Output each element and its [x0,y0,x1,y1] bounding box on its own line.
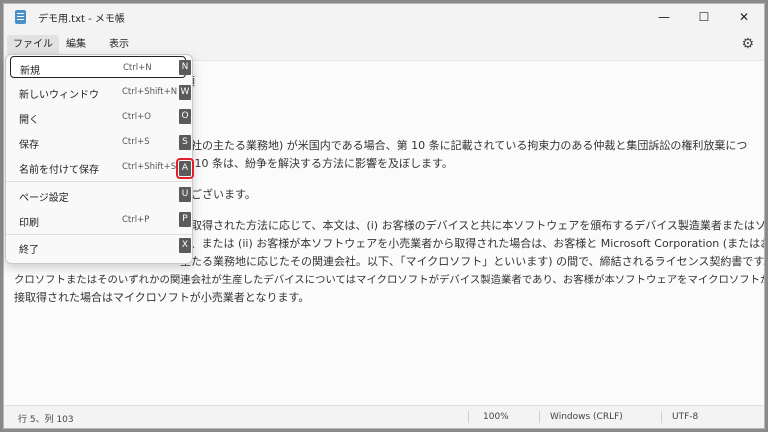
menu-item-label: 新規 [20,66,40,77]
text-line: クロソフトまたはそのいずれかの関連会社が生産したデバイスについてはマイクロソフト… [14,274,765,286]
status-divider [539,411,540,423]
menu-edit[interactable]: 編集 [60,35,92,55]
menu-item-label: 名前を付けて保存 [19,165,99,176]
menu-item-page-setup[interactable]: ページ設定 [10,184,186,206]
text-line: で、または (ii) お客様が本ソフトウェアを小売業者から取得された場合は、お客… [180,237,765,250]
cursor-position: 行 5、列 103 [18,415,74,425]
access-key-p: P [179,212,191,227]
access-key-a: A [176,158,194,179]
close-icon: ✕ [738,10,750,24]
menu-item-shortcut: Ctrl+Shift+S [122,162,177,172]
text-line: 第 10 条は、紛争を解決する方法に影響を及ぼします。 [180,157,453,170]
menu-file[interactable]: ファイル [7,35,59,55]
maximize-icon: ☐ [698,10,710,24]
status-bar: 行 5、列 103 100% Windows (CRLF) UTF-8 [4,405,764,428]
window-title: デモ用.txt - メモ帳 [38,14,125,25]
menu-item-shortcut: Ctrl+N [123,63,152,73]
line-ending: Windows (CRLF) [550,412,623,422]
access-key-n: N [179,60,191,75]
status-divider [661,411,662,423]
menu-item-shortcut: Ctrl+S [122,137,150,147]
file-menu-dropdown: 新規 Ctrl+N 新しいウィンドウ Ctrl+Shift+N 開く Ctrl+… [5,54,193,264]
access-key-u: U [179,187,191,202]
menu-divider [6,181,192,182]
close-button[interactable]: ✕ [724,4,764,30]
notepad-app-icon [15,10,26,24]
title-bar: デモ用.txt - メモ帳 — ☐ ✕ [4,4,764,30]
menu-item-new-window[interactable]: 新しいウィンドウ Ctrl+Shift+N [10,81,186,103]
menu-view[interactable]: 表示 [103,35,135,55]
menu-divider [6,234,192,235]
menu-item-label: 保存 [19,140,39,151]
text-line: を取得された方法に応じて、本文は、(i) お客様のデバイスと共に本ソフトウェアを… [180,219,765,232]
minimize-icon: — [658,10,670,24]
text-line: 接取得された場合はマイクロソフトが小売業者となります。 [14,291,310,304]
menu-item-exit[interactable]: 終了 [10,236,186,258]
menu-item-label: 終了 [19,245,39,256]
zoom-level: 100% [483,412,509,422]
encoding: UTF-8 [672,412,699,422]
access-key-o: O [179,109,191,124]
menu-item-print[interactable]: 印刷 Ctrl+P [10,209,186,231]
menu-item-shortcut: Ctrl+P [122,215,150,225]
gear-icon: ⚙ [741,36,754,52]
menu-item-new[interactable]: 新規 Ctrl+N [10,56,186,78]
menu-item-save-as[interactable]: 名前を付けて保存 Ctrl+Shift+S [10,156,186,178]
access-key-s: S [179,135,191,150]
menu-item-label: 開く [19,115,39,126]
maximize-button[interactable]: ☐ [684,4,724,30]
settings-button[interactable]: ⚙ [741,36,754,52]
text-line: は社の主たる業務地) が米国内である場合、第 10 条に記載されている拘束力のあ… [180,139,748,152]
menu-item-label: 印刷 [19,218,39,229]
menu-item-label: ページ設定 [19,193,69,204]
menu-item-save[interactable]: 保存 Ctrl+S [10,131,186,153]
minimize-button[interactable]: — [644,4,684,30]
access-key-w: W [179,85,191,100]
menu-item-label: 新しいウィンドウ [19,90,99,101]
menu-item-shortcut: Ctrl+Shift+N [122,87,178,97]
menu-item-open[interactable]: 開く Ctrl+O [10,106,186,128]
text-line: 主たる業務地に応じたその関連会社。以下、「マイクロソフト」といいます) の間で、… [180,255,765,268]
status-divider [468,411,469,423]
access-key-x: X [179,238,191,253]
menu-item-shortcut: Ctrl+O [122,112,151,122]
